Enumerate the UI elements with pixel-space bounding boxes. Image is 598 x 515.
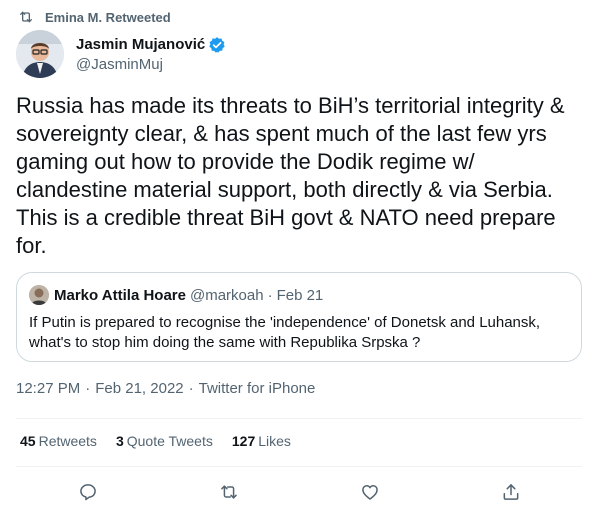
quote-date: Feb 21 bbox=[276, 286, 324, 304]
action-bar bbox=[0, 478, 598, 506]
quote-separator: · bbox=[267, 286, 273, 304]
meta-separator: · bbox=[85, 380, 91, 397]
like-icon bbox=[362, 485, 378, 500]
retweet-banner-text[interactable]: Emina M. Retweeted bbox=[45, 10, 171, 25]
tweet-author: Jasmin Mujanović @JasminMuj bbox=[16, 30, 226, 78]
tweet-metadata: 12:27 PM · Feb 21, 2022 · Twitter for iP… bbox=[16, 380, 315, 397]
tweet-date[interactable]: Feb 21, 2022 bbox=[95, 380, 183, 397]
verified-badge-icon bbox=[209, 36, 225, 53]
retweet-icon bbox=[221, 485, 237, 499]
tweet-source[interactable]: Twitter for iPhone bbox=[199, 380, 316, 397]
retweets-stat[interactable]: 45 Retweets bbox=[20, 433, 97, 449]
quote-author-name: Marko Attila Hoare bbox=[54, 286, 186, 304]
divider bbox=[16, 466, 582, 467]
retweet-button[interactable] bbox=[215, 478, 243, 506]
quoted-tweet[interactable]: Marko Attila Hoare @markoah · Feb 21 If … bbox=[16, 272, 582, 362]
share-icon bbox=[503, 484, 519, 500]
divider bbox=[16, 418, 582, 419]
author-handle[interactable]: @JasminMuj bbox=[76, 56, 226, 73]
share-button[interactable] bbox=[497, 478, 525, 506]
likes-stat[interactable]: 127 Likes bbox=[232, 433, 291, 449]
retweet-icon bbox=[20, 11, 32, 23]
tweet-text: Russia has made its threats to BiH’s ter… bbox=[16, 93, 565, 258]
like-button[interactable] bbox=[356, 478, 384, 506]
author-avatar[interactable] bbox=[16, 30, 64, 78]
reply-icon bbox=[80, 484, 96, 501]
author-name[interactable]: Jasmin Mujanović bbox=[76, 36, 205, 53]
quote-text: If Putin is prepared to recognise the 'i… bbox=[29, 314, 541, 351]
tweet-stats: 45 Retweets 3 Quote Tweets 127 Likes bbox=[20, 433, 310, 449]
quote-tweets-stat[interactable]: 3 Quote Tweets bbox=[116, 433, 213, 449]
reply-button[interactable] bbox=[74, 478, 102, 506]
quote-author-handle: @markoah bbox=[189, 286, 264, 304]
retweet-banner: Emina M. Retweeted bbox=[18, 8, 171, 26]
meta-separator: · bbox=[188, 380, 194, 397]
quote-author-avatar bbox=[29, 285, 49, 305]
tweet-time[interactable]: 12:27 PM bbox=[16, 380, 80, 397]
